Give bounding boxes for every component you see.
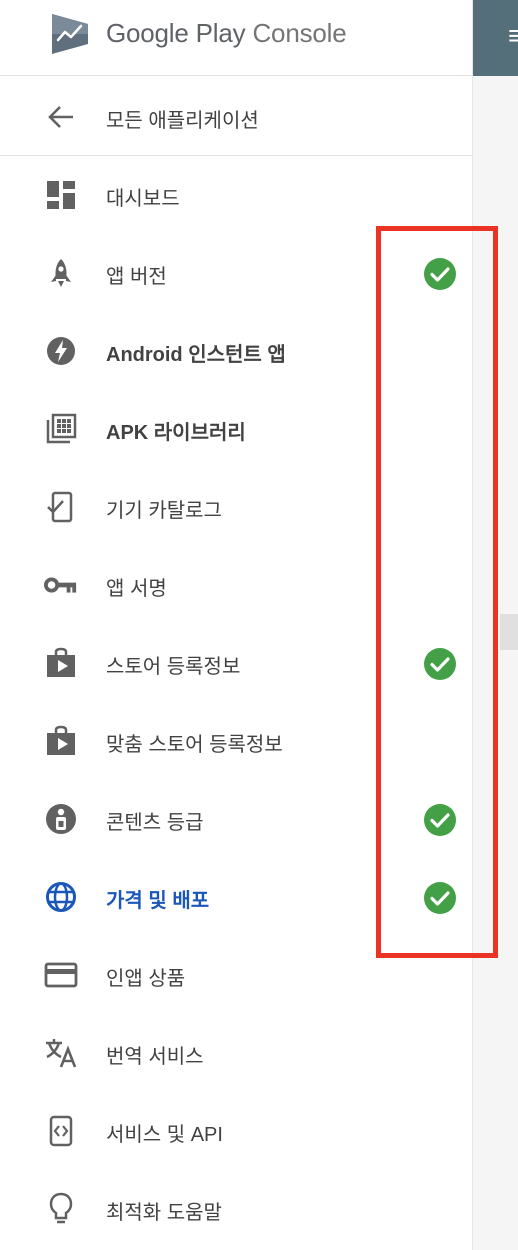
nav-item-label: 콘텐츠 등급 — [106, 812, 204, 834]
instant-app-icon — [44, 334, 78, 368]
rocket-icon — [44, 256, 78, 290]
nav-item-label: 가격 및 배포 — [106, 890, 210, 912]
store-listing-icon — [44, 646, 78, 680]
key-icon — [44, 568, 78, 602]
nav-item-label: Android 인스턴트 앱 — [106, 344, 286, 366]
nav-item-translation-service[interactable]: 번역 서비스 — [0, 1014, 472, 1092]
apk-library-icon — [44, 412, 78, 446]
custom-store-listing-icon — [44, 724, 78, 758]
nav-item-label: 최적화 도움말 — [106, 1202, 222, 1224]
translate-icon — [44, 1036, 78, 1070]
nav-item-label: APK 라이브러리 — [106, 422, 246, 444]
nav-item-label: 대시보드 — [106, 188, 180, 210]
brand-name-sub: Console — [252, 18, 347, 48]
brand-header[interactable]: Google Play Console — [0, 0, 472, 76]
lightbulb-icon — [44, 1192, 78, 1226]
nav-item-label: 앱 버전 — [106, 266, 167, 288]
nav-item-dashboard[interactable]: 대시보드 — [0, 156, 472, 234]
all-apps-link[interactable]: 모든 애플리케이션 — [0, 78, 472, 156]
nav-item-services-api[interactable]: 서비스 및 API — [0, 1092, 472, 1170]
content-divider — [500, 614, 518, 650]
all-apps-label: 모든 애플리케이션 — [106, 110, 259, 132]
highlight-box — [376, 226, 498, 958]
arrow-left-icon — [48, 106, 73, 128]
api-icon — [44, 1114, 78, 1148]
content-rating-icon — [44, 802, 78, 836]
nav-item-optimization-tips[interactable]: 최적화 도움말 — [0, 1170, 472, 1248]
brand-name: Google Play Console — [106, 18, 347, 49]
nav-item-label: 번역 서비스 — [106, 1046, 204, 1068]
device-catalog-icon — [44, 490, 78, 524]
hamburger-menu-icon[interactable]: ≡ — [508, 22, 518, 50]
nav-item-label: 기기 카탈로그 — [106, 500, 222, 522]
credit-card-icon — [44, 958, 78, 992]
brand-name-main: Google Play — [106, 18, 246, 48]
nav-item-label: 맞춤 스토어 등록정보 — [106, 734, 283, 756]
top-app-bar: ≡ — [472, 0, 518, 76]
dashboard-icon — [44, 178, 78, 212]
nav-item-label: 서비스 및 API — [106, 1124, 223, 1146]
globe-icon — [44, 880, 78, 914]
nav-item-label: 스토어 등록정보 — [106, 656, 241, 678]
nav-item-label: 인앱 상품 — [106, 968, 186, 990]
play-console-logo-icon — [52, 14, 88, 54]
nav-item-label: 앱 서명 — [106, 578, 167, 600]
